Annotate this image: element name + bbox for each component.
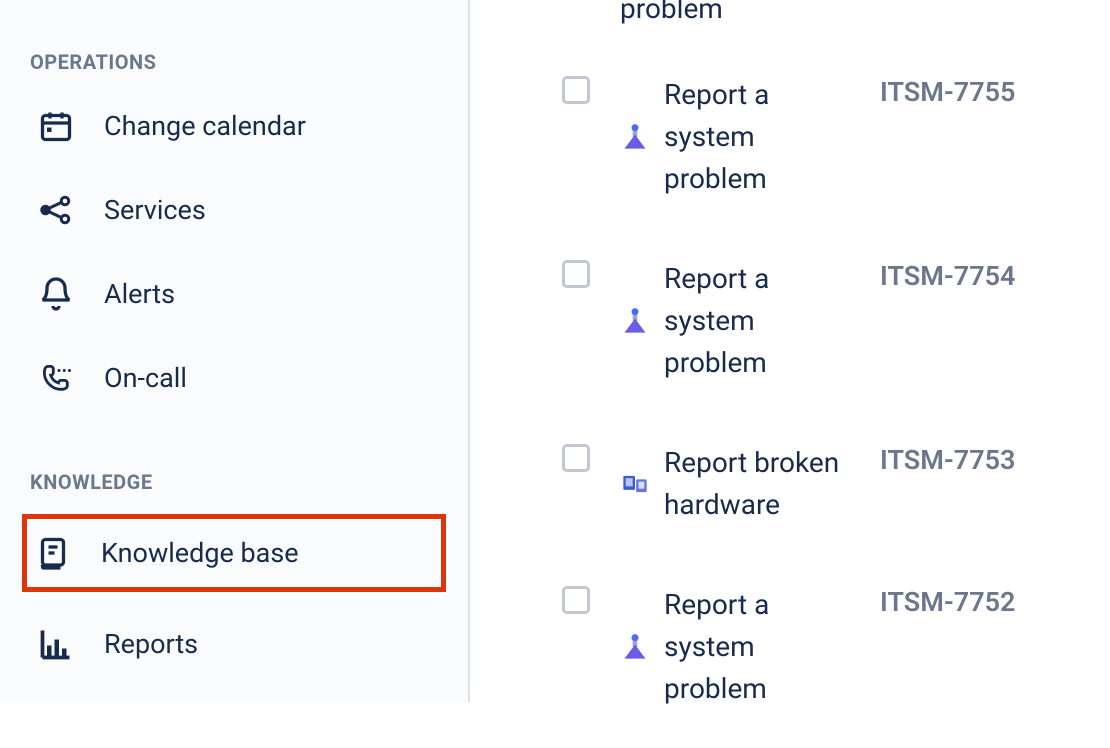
nav-label: Services	[104, 194, 206, 226]
section-header-operations: OPERATIONS	[30, 50, 438, 74]
list-row[interactable]: Report a system problem ITSM-7752	[500, 564, 1080, 748]
system-problem-icon	[620, 122, 650, 152]
sidebar-item-knowledge-base[interactable]: Knowledge base	[22, 514, 446, 592]
sidebar-item-reports[interactable]: Reports	[30, 612, 438, 676]
section-header-knowledge: KNOWLEDGE	[30, 470, 438, 494]
issue-key: ITSM-7752	[880, 584, 1080, 618]
nav-label: On-call	[104, 362, 187, 394]
row-checkbox[interactable]	[562, 444, 590, 472]
issue-key: ITSM-7754	[880, 258, 1080, 292]
row-checkbox[interactable]	[562, 76, 590, 104]
list-row[interactable]: problem	[500, 0, 1080, 54]
nav-label: Change calendar	[104, 110, 306, 142]
issue-summary: problem	[620, 0, 850, 30]
row-checkbox[interactable]	[562, 586, 590, 614]
book-icon	[35, 535, 71, 571]
issue-key: ITSM-7755	[880, 74, 1080, 108]
sidebar-item-on-call[interactable]: On-call	[30, 346, 438, 410]
phone-icon	[38, 360, 74, 396]
issue-summary: Report a system problem	[664, 74, 850, 200]
main-content: problem Report a system prob	[470, 0, 1110, 702]
system-problem-icon	[620, 306, 650, 336]
issue-summary: Report a system problem	[664, 584, 850, 710]
issue-list: problem Report a system prob	[500, 0, 1080, 748]
issue-summary: Report broken hardware	[664, 442, 850, 526]
services-icon	[38, 192, 74, 228]
sidebar: OPERATIONS Change calendar Services	[0, 0, 470, 702]
sidebar-item-alerts[interactable]: Alerts	[30, 262, 438, 326]
list-row[interactable]: Report broken hardware ITSM-7753	[500, 422, 1080, 564]
nav-label: Alerts	[104, 278, 175, 310]
list-row[interactable]: Report a system problem ITSM-7754	[500, 238, 1080, 422]
list-row[interactable]: Report a system problem ITSM-7755	[500, 54, 1080, 238]
nav-label: Reports	[104, 628, 198, 660]
sidebar-item-services[interactable]: Services	[30, 178, 438, 242]
bell-icon	[38, 276, 74, 312]
row-checkbox[interactable]	[562, 260, 590, 288]
bar-chart-icon	[38, 626, 74, 662]
system-problem-icon	[620, 632, 650, 662]
hardware-icon	[620, 469, 650, 499]
sidebar-item-change-calendar[interactable]: Change calendar	[30, 94, 438, 158]
issue-key: ITSM-7753	[880, 442, 1080, 476]
nav-label: Knowledge base	[101, 537, 299, 569]
issue-summary: Report a system problem	[664, 258, 850, 384]
calendar-icon	[38, 108, 74, 144]
